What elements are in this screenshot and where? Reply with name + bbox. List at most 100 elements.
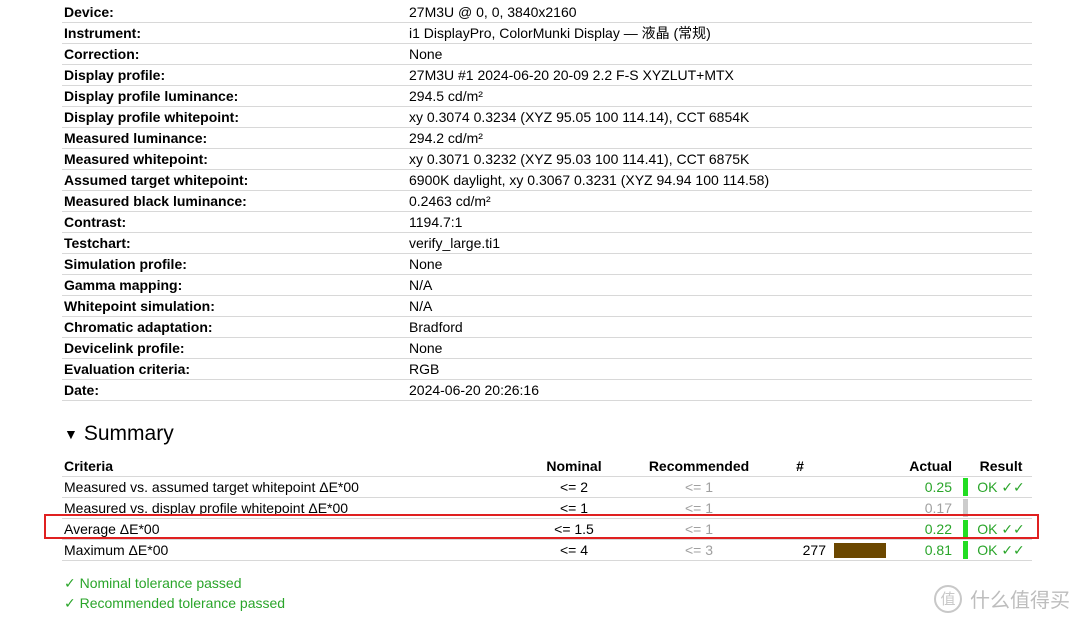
info-row: Chromatic adaptation: Bradford — [62, 316, 1032, 338]
result-bar — [962, 478, 968, 496]
info-row: Testchart: verify_large.ti1 — [62, 232, 1032, 254]
info-value: 294.2 cd/m² — [409, 127, 1032, 149]
count-cell — [774, 518, 832, 540]
info-value: 2024-06-20 20:26:16 — [409, 379, 1032, 401]
info-row: Whitepoint simulation: N/A — [62, 295, 1032, 317]
info-value: 294.5 cd/m² — [409, 85, 1032, 107]
triangle-down-icon[interactable]: ▼ — [64, 420, 78, 448]
nominal-cell: <= 1.5 — [524, 518, 624, 540]
recommended-cell: <= 3 — [624, 539, 774, 561]
recommended-passed-status: ✓ Recommended tolerance passed — [64, 595, 286, 611]
result-cell: OK ✓✓ — [970, 539, 1032, 561]
criteria-cell: Measured vs. assumed target whitepoint Δ… — [62, 476, 524, 498]
info-row: Instrument: i1 DisplayPro, ColorMunki Dis… — [62, 22, 1032, 44]
watermark: 值 什么值得买 — [934, 584, 1070, 613]
count-cell — [774, 476, 832, 498]
info-key: Gamma mapping: — [62, 274, 409, 296]
swatch-cell — [832, 518, 892, 540]
info-row: Measured whitepoint: xy 0.3071 0.3232 (XY… — [62, 148, 1032, 170]
recommended-cell: <= 1 — [624, 518, 774, 540]
nominal-cell: <= 1 — [524, 497, 624, 519]
info-value: N/A — [409, 295, 1032, 317]
header-result: Result — [970, 456, 1032, 477]
result-cell: OK ✓✓ — [970, 518, 1032, 540]
actual-cell: 0.22 — [892, 518, 960, 540]
header-bar — [960, 456, 970, 477]
bar-cell — [960, 476, 970, 498]
info-row: Evaluation criteria: RGB — [62, 358, 1032, 380]
result-cell — [970, 497, 1032, 519]
info-value: RGB — [409, 358, 1032, 380]
info-value: 0.2463 cd/m² — [409, 190, 1032, 212]
color-swatch — [834, 542, 886, 558]
criteria-cell: Maximum ΔE*00 — [62, 539, 524, 561]
info-value: verify_large.ti1 — [409, 232, 1032, 254]
info-key: Display profile: — [62, 64, 409, 86]
bar-cell — [960, 518, 970, 540]
info-row: Device: 27M3U @ 0, 0, 3840x2160 — [62, 2, 1032, 23]
summary-title: Summary — [83, 422, 174, 445]
summary-row: Maximum ΔE*00 <= 4 <= 3 277 0.81 OK ✓✓ — [62, 539, 1032, 561]
summary-row: Measured vs. assumed target whitepoint Δ… — [62, 476, 1032, 498]
info-value: i1 DisplayPro, ColorMunki Display — 液晶 (… — [409, 22, 1032, 44]
info-key: Display profile luminance: — [62, 85, 409, 107]
bar-cell — [960, 539, 970, 561]
nominal-cell: <= 2 — [524, 476, 624, 498]
summary-row: Average ΔE*00 <= 1.5 <= 1 0.22 OK ✓✓ — [62, 518, 1032, 540]
info-value: Bradford — [409, 316, 1032, 338]
info-row: Date: 2024-06-20 20:26:16 — [62, 379, 1032, 401]
criteria-cell: Measured vs. display profile whitepoint … — [62, 497, 524, 519]
nominal-passed-status: ✓ Nominal tolerance passed — [64, 575, 242, 591]
result-bar — [962, 499, 968, 517]
info-row: Display profile luminance: 294.5 cd/m² — [62, 85, 1032, 107]
count-cell — [774, 497, 832, 519]
info-value: None — [409, 43, 1032, 65]
summary-table: Criteria Nominal Recommended # Actual Re… — [62, 456, 1032, 561]
info-key: Display profile whitepoint: — [62, 106, 409, 128]
nominal-cell: <= 4 — [524, 539, 624, 561]
info-key: Date: — [62, 379, 409, 401]
info-key: Evaluation criteria: — [62, 358, 409, 380]
info-value: N/A — [409, 274, 1032, 296]
info-row: Devicelink profile: None — [62, 337, 1032, 359]
recommended-cell: <= 1 — [624, 476, 774, 498]
info-value: 27M3U #1 2024-06-20 20-09 2.2 F-S XYZLUT… — [409, 64, 1032, 86]
info-row: Contrast: 1194.7:1 — [62, 211, 1032, 233]
summary-header-row: Criteria Nominal Recommended # Actual Re… — [62, 456, 1032, 477]
swatch-cell — [832, 476, 892, 498]
actual-cell: 0.17 — [892, 497, 960, 519]
header-nominal: Nominal — [524, 456, 624, 477]
info-key: Contrast: — [62, 211, 409, 233]
info-row: Assumed target whitepoint: 6900K daylight… — [62, 169, 1032, 191]
recommended-cell: <= 1 — [624, 497, 774, 519]
result-bar — [962, 520, 968, 538]
info-row: Measured black luminance: 0.2463 cd/m² — [62, 190, 1032, 212]
summary-row: Measured vs. display profile whitepoint … — [62, 497, 1032, 519]
info-value: None — [409, 253, 1032, 275]
bar-cell — [960, 497, 970, 519]
header-swatch — [832, 456, 892, 477]
summary-heading[interactable]: ▼ Summary — [64, 420, 174, 448]
device-info-table: Device: 27M3U @ 0, 0, 3840x2160 Instrument… — [62, 2, 1032, 401]
info-row: Simulation profile: None — [62, 253, 1032, 275]
header-count: # — [774, 456, 832, 477]
actual-cell: 0.25 — [892, 476, 960, 498]
info-key: Measured whitepoint: — [62, 148, 409, 170]
info-key: Measured luminance: — [62, 127, 409, 149]
info-row: Gamma mapping: N/A — [62, 274, 1032, 296]
info-value: 27M3U @ 0, 0, 3840x2160 — [409, 2, 1032, 23]
info-row: Display profile whitepoint: xy 0.3074 0.3… — [62, 106, 1032, 128]
info-key: Measured black luminance: — [62, 190, 409, 212]
info-row: Display profile: 27M3U #1 2024-06-20 20-0… — [62, 64, 1032, 86]
count-cell: 277 — [774, 539, 832, 561]
info-row: Measured luminance: 294.2 cd/m² — [62, 127, 1032, 149]
info-key: Devicelink profile: — [62, 337, 409, 359]
info-key: Correction: — [62, 43, 409, 65]
result-bar — [962, 541, 968, 559]
info-key: Instrument: — [62, 22, 409, 44]
info-value: 6900K daylight, xy 0.3067 0.3231 (XYZ 94… — [409, 169, 1032, 191]
header-criteria: Criteria — [62, 456, 524, 477]
info-key: Assumed target whitepoint: — [62, 169, 409, 191]
info-row: Correction: None — [62, 43, 1032, 65]
info-value: xy 0.3071 0.3232 (XYZ 95.03 100 114.41),… — [409, 148, 1032, 170]
